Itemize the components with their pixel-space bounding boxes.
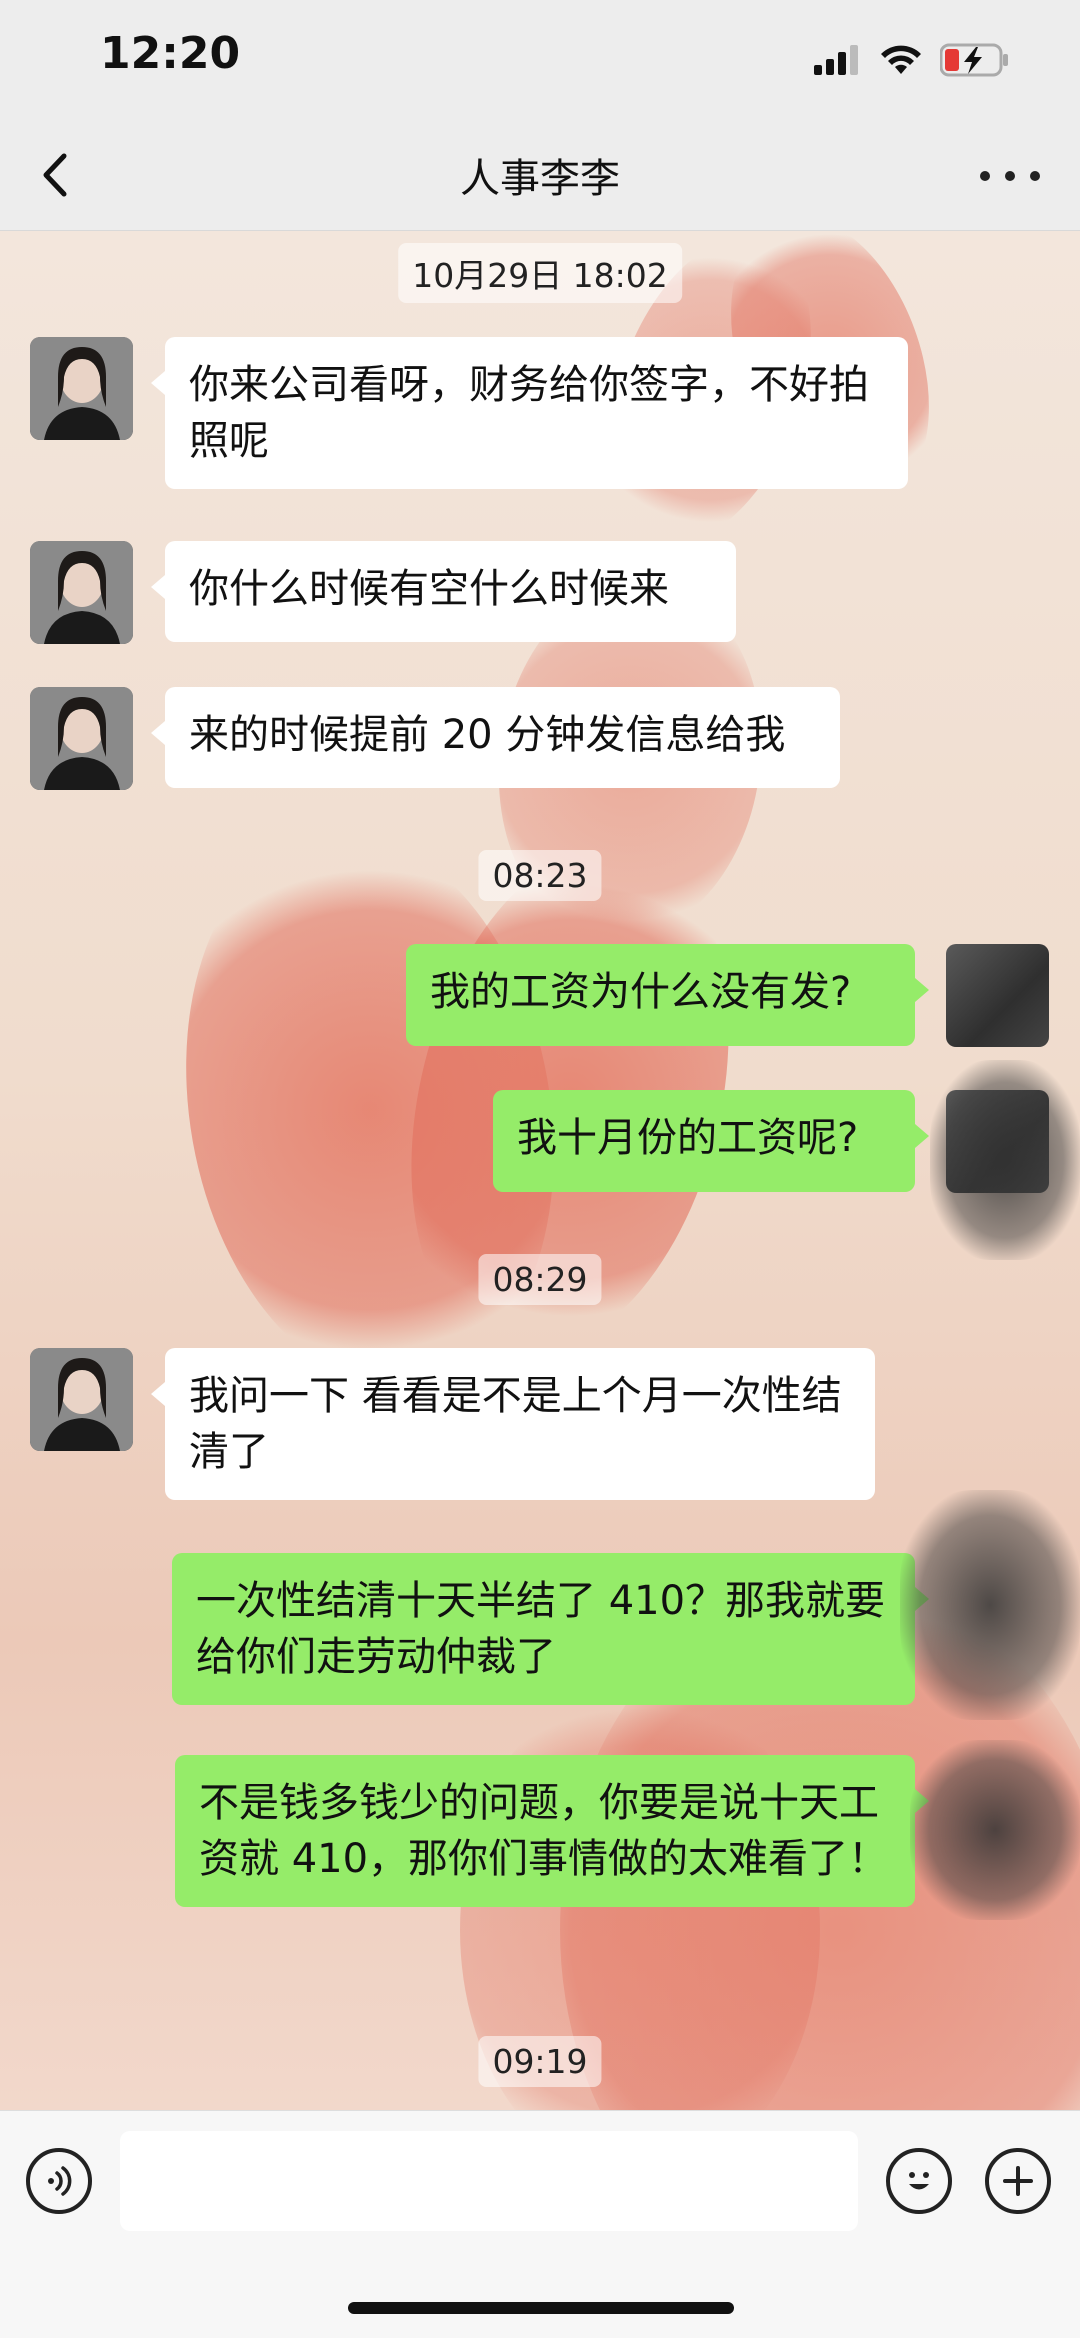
avatar[interactable]	[30, 541, 133, 644]
message-timestamp: 10月29日 18:02	[398, 243, 682, 303]
redaction-smudge	[900, 1490, 1080, 1720]
redaction-smudge	[910, 1740, 1080, 1920]
outgoing-message[interactable]: 我的工资为什么没有发?	[406, 944, 929, 1046]
more-dots-icon	[1030, 171, 1040, 181]
status-icons	[814, 40, 1010, 80]
outgoing-message[interactable]: 我十月份的工资呢?	[493, 1090, 929, 1192]
avatar[interactable]	[30, 337, 133, 440]
emoji-icon	[909, 2172, 929, 2190]
more-dots-icon	[980, 171, 990, 181]
contact-photo	[30, 1348, 133, 1451]
more-dots-icon	[1005, 171, 1015, 181]
incoming-message[interactable]: 你来公司看呀，财务给你签字，不好拍照呢	[151, 337, 908, 489]
status-time: 12:20	[100, 28, 241, 79]
contact-photo	[30, 687, 133, 790]
avatar[interactable]	[30, 1348, 133, 1451]
home-indicator[interactable]	[348, 2302, 734, 2314]
chat-title: 人事李李	[460, 156, 620, 202]
signal-icon	[814, 45, 858, 75]
incoming-message[interactable]: 来的时候提前 20 分钟发信息给我	[151, 687, 840, 788]
emoji-button[interactable]	[886, 2148, 952, 2214]
plus-icon	[1003, 2166, 1033, 2196]
battery-charging-icon	[940, 43, 1008, 77]
avatar[interactable]	[30, 687, 133, 790]
contact-photo	[30, 337, 133, 440]
more-button[interactable]	[980, 156, 1040, 196]
outgoing-message[interactable]: 一次性结清十天半结了 410？那我就要给你们走劳动仲裁了	[172, 1553, 929, 1705]
contact-photo	[30, 541, 133, 644]
redaction-smudge	[930, 1060, 1080, 1260]
voice-icon	[48, 2166, 72, 2196]
message-timestamp: 09:19	[478, 2036, 602, 2087]
voice-button[interactable]	[26, 2148, 92, 2214]
outgoing-message[interactable]: 不是钱多钱少的问题，你要是说十天工资就 410，那你们事情做的太难看了！	[175, 1755, 929, 1907]
incoming-message[interactable]: 你什么时候有空什么时候来	[151, 541, 736, 642]
incoming-message[interactable]: 我问一下 看看是不是上个月一次性结清了	[151, 1348, 875, 1500]
plus-button[interactable]	[985, 2148, 1051, 2214]
message-input[interactable]	[120, 2131, 858, 2231]
avatar[interactable]	[946, 944, 1049, 1047]
wifi-icon	[881, 45, 921, 74]
message-timestamp: 08:29	[478, 1254, 602, 1305]
status-bar: 12:20	[0, 0, 1080, 120]
message-timestamp: 08:23	[478, 850, 602, 901]
chat-header: 人事李李	[0, 120, 1080, 231]
